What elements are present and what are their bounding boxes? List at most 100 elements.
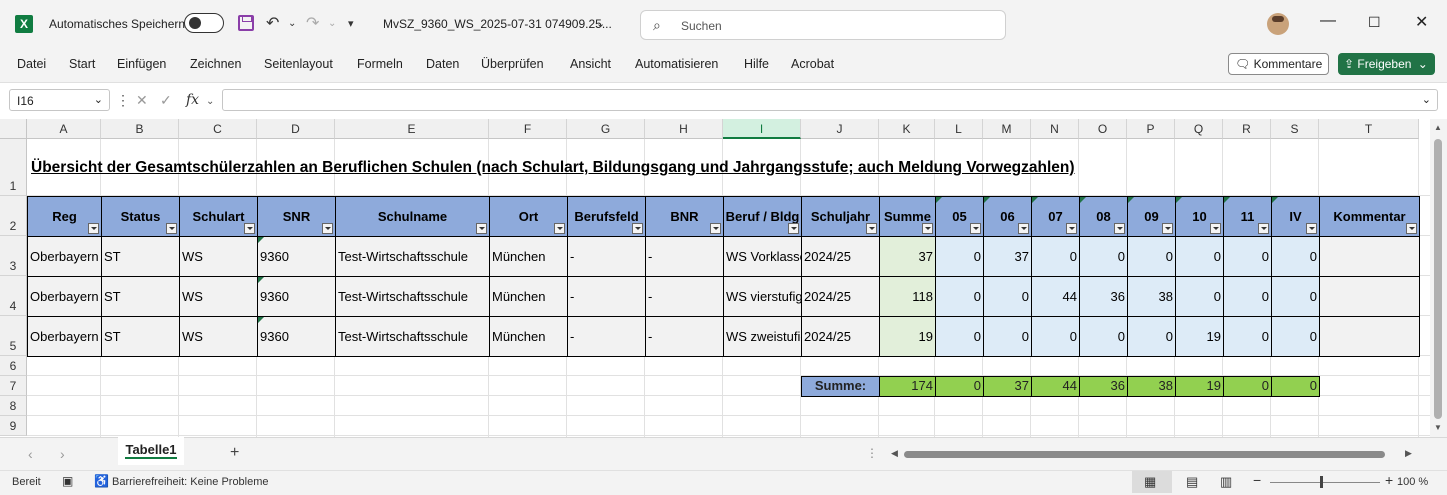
sum-cell[interactable]: 38 <box>1127 376 1176 397</box>
zoom-level[interactable]: 100 % <box>1397 476 1428 488</box>
zoom-in-icon[interactable]: + <box>1385 472 1393 488</box>
filter-dropdown-icon[interactable] <box>922 223 933 234</box>
maximize-icon[interactable]: ☐ <box>1368 14 1381 31</box>
tab-tabelle1[interactable]: Tabelle1 <box>118 437 184 465</box>
zoom-slider-track[interactable] <box>1270 482 1380 483</box>
zoom-slider-thumb[interactable] <box>1320 476 1323 488</box>
menu-ansicht[interactable]: Ansicht <box>570 57 611 71</box>
horizontal-scroll-thumb[interactable] <box>904 451 1385 458</box>
table-cell[interactable]: Test-Wirtschaftsschule <box>335 276 490 317</box>
table-header-cell[interactable]: 08 <box>1079 196 1128 237</box>
insert-function-icon[interactable]: fx <box>186 92 199 108</box>
table-cell[interactable]: Test-Wirtschaftsschule <box>335 316 490 357</box>
menu-automatisieren[interactable]: Automatisieren <box>635 57 718 71</box>
table-cell[interactable]: - <box>567 276 646 317</box>
select-all-corner[interactable] <box>0 119 27 139</box>
table-cell[interactable]: München <box>489 316 568 357</box>
fx-dropdown-icon[interactable]: ⌄ <box>206 96 214 107</box>
close-icon[interactable]: ✕ <box>1415 12 1428 32</box>
table-header-cell[interactable]: Berufsfeld <box>567 196 646 237</box>
accessibility-status[interactable]: Barrierefreiheit: Keine Probleme <box>112 476 269 488</box>
scroll-right-icon[interactable]: ▶ <box>1405 448 1412 459</box>
filter-dropdown-icon[interactable] <box>788 223 799 234</box>
table-cell[interactable]: Oberbayern <box>27 236 102 277</box>
name-box[interactable]: I16 ⌄ <box>9 89 110 111</box>
table-header-cell[interactable]: Beruf / Bldg <box>723 196 802 237</box>
table-cell[interactable]: 118 <box>879 276 936 317</box>
table-cell[interactable]: 0 <box>1079 316 1128 357</box>
file-name[interactable]: MvSZ_9360_WS_2025-07-31 074909.25... <box>383 17 612 31</box>
normal-view-icon[interactable]: ▦ <box>1144 474 1156 490</box>
table-cell[interactable]: 0 <box>1223 236 1272 277</box>
table-cell[interactable]: 0 <box>1031 316 1080 357</box>
table-header-cell[interactable]: Ort <box>489 196 568 237</box>
table-header-cell[interactable]: 07 <box>1031 196 1080 237</box>
column-header[interactable]: B <box>101 119 179 139</box>
table-cell[interactable]: München <box>489 236 568 277</box>
table-cell[interactable]: WS Vorklasse <box>723 236 802 277</box>
menu-seitenlayout[interactable]: Seitenlayout <box>264 57 333 71</box>
table-cell[interactable]: Oberbayern <box>27 276 102 317</box>
table-header-cell[interactable]: 11 <box>1223 196 1272 237</box>
row-header[interactable]: 4 <box>0 276 27 316</box>
expand-formula-icon[interactable]: ⌄ <box>1422 93 1431 106</box>
table-cell[interactable]: 0 <box>1271 316 1320 357</box>
column-header[interactable]: O <box>1079 119 1127 139</box>
accessibility-icon[interactable]: ♿ <box>94 474 109 488</box>
filter-dropdown-icon[interactable] <box>1406 223 1417 234</box>
page-break-view-icon[interactable]: ▥ <box>1220 474 1232 490</box>
table-header-cell[interactable]: Schulart <box>179 196 258 237</box>
table-cell[interactable]: 38 <box>1127 276 1176 317</box>
table-header-cell[interactable]: BNR <box>645 196 724 237</box>
table-header-cell[interactable]: 06 <box>983 196 1032 237</box>
cancel-icon[interactable]: ✕ <box>136 92 148 109</box>
table-cell[interactable]: WS <box>179 236 258 277</box>
table-cell[interactable]: Test-Wirtschaftsschule <box>335 236 490 277</box>
table-header-cell[interactable]: Kommentar <box>1319 196 1420 237</box>
menu-einfuegen[interactable]: Einfügen <box>117 57 166 71</box>
table-cell[interactable]: 0 <box>1223 316 1272 357</box>
table-header-cell[interactable]: 10 <box>1175 196 1224 237</box>
table-cell[interactable] <box>1319 236 1420 277</box>
table-cell[interactable]: 0 <box>1031 236 1080 277</box>
filter-dropdown-icon[interactable] <box>1018 223 1029 234</box>
table-cell[interactable]: 2024/25 <box>801 276 880 317</box>
table-header-cell[interactable]: IV <box>1271 196 1320 237</box>
table-cell[interactable]: 19 <box>879 316 936 357</box>
zoom-out-icon[interactable]: − <box>1253 472 1261 488</box>
next-sheet-icon[interactable]: › <box>60 446 65 462</box>
sum-cell[interactable]: 19 <box>1175 376 1224 397</box>
filter-dropdown-icon[interactable] <box>88 223 99 234</box>
sum-cell[interactable]: 174 <box>879 376 936 397</box>
column-header[interactable]: D <box>257 119 335 139</box>
table-cell[interactable]: 0 <box>1223 276 1272 317</box>
table-cell[interactable]: WS <box>179 316 258 357</box>
table-cell[interactable]: - <box>645 236 724 277</box>
column-header[interactable]: L <box>935 119 983 139</box>
table-header-cell[interactable]: Summe <box>879 196 936 237</box>
row-header[interactable]: 7 <box>0 376 27 396</box>
table-header-cell[interactable]: Schulname <box>335 196 490 237</box>
tab-split-handle-icon[interactable]: ⋮ <box>866 446 878 460</box>
table-cell[interactable]: - <box>567 316 646 357</box>
column-header[interactable]: M <box>983 119 1031 139</box>
table-header-cell[interactable]: Reg <box>27 196 102 237</box>
table-cell[interactable]: 9360 <box>257 276 336 317</box>
scroll-left-icon[interactable]: ◀ <box>891 448 898 459</box>
table-header-cell[interactable]: 05 <box>935 196 984 237</box>
filter-dropdown-icon[interactable] <box>710 223 721 234</box>
menu-start[interactable]: Start <box>69 57 95 71</box>
table-cell[interactable] <box>1319 316 1420 357</box>
menu-zeichnen[interactable]: Zeichnen <box>190 57 241 71</box>
table-cell[interactable]: 0 <box>1175 276 1224 317</box>
row-header[interactable]: 9 <box>0 416 27 436</box>
row-header[interactable]: 2 <box>0 196 27 236</box>
sum-cell[interactable]: 37 <box>983 376 1032 397</box>
row-header[interactable]: 1 <box>0 139 27 196</box>
menu-datei[interactable]: Datei <box>17 57 46 71</box>
column-header[interactable]: R <box>1223 119 1271 139</box>
table-cell[interactable]: 36 <box>1079 276 1128 317</box>
table-cell[interactable]: 0 <box>1271 236 1320 277</box>
table-cell[interactable]: 0 <box>1175 236 1224 277</box>
column-header[interactable]: N <box>1031 119 1079 139</box>
